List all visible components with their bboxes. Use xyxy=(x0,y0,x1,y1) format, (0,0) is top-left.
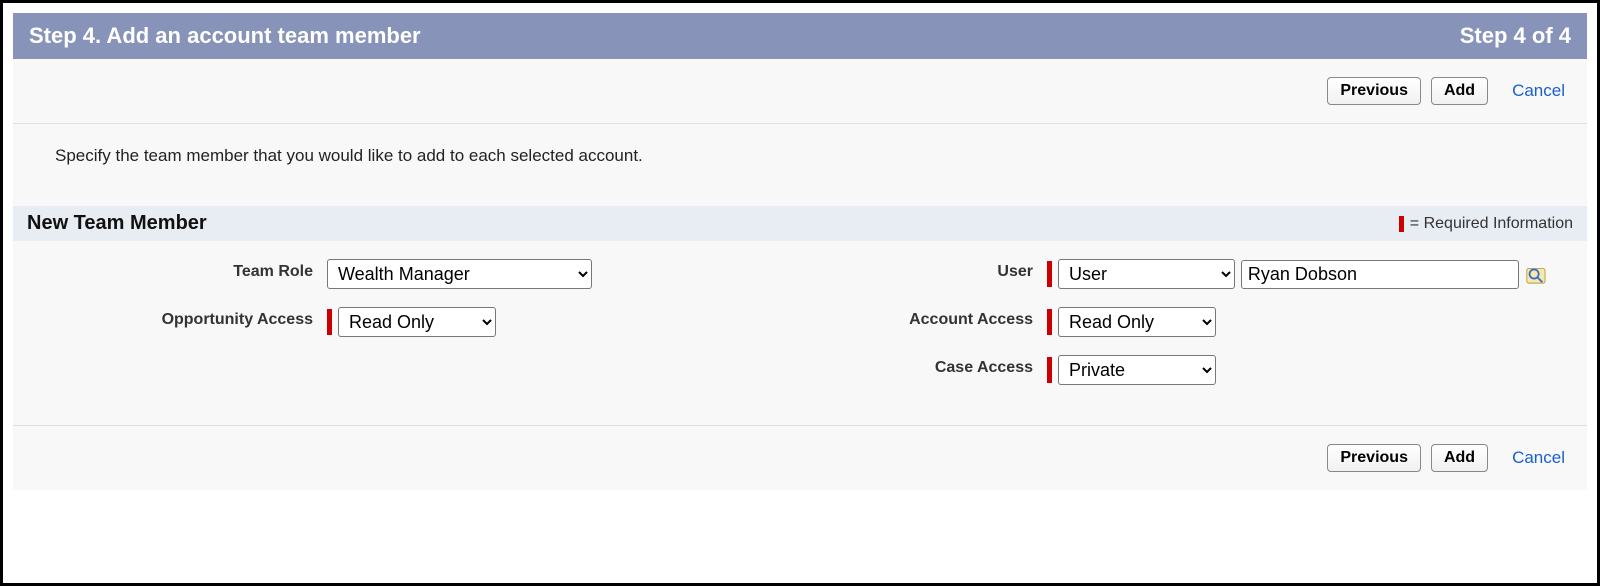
add-button[interactable]: Add xyxy=(1431,77,1488,105)
button-bar-bottom: Previous Add Cancel xyxy=(13,425,1587,490)
button-bar-top: Previous Add Cancel xyxy=(13,59,1587,124)
team-role-select[interactable]: Wealth Manager xyxy=(327,259,592,289)
account-access-control: Read Only xyxy=(1047,307,1547,337)
wizard-panel: Step 4. Add an account team member Step … xyxy=(13,13,1587,490)
case-access-control: Private xyxy=(1047,355,1547,385)
section-title: New Team Member xyxy=(27,212,207,235)
previous-button[interactable]: Previous xyxy=(1327,77,1421,105)
user-label: User xyxy=(727,259,1047,289)
required-mark-icon xyxy=(327,309,332,335)
required-mark-icon xyxy=(1047,309,1052,335)
account-access-select[interactable]: Read Only xyxy=(1058,307,1216,337)
case-access-select[interactable]: Private xyxy=(1058,355,1216,385)
team-role-label: Team Role xyxy=(27,259,327,289)
required-mark-icon xyxy=(1399,216,1404,232)
lookup-icon[interactable] xyxy=(1525,263,1547,285)
opportunity-access-select[interactable]: Read Only xyxy=(338,307,496,337)
opportunity-access-control: Read Only xyxy=(327,307,727,337)
account-access-label: Account Access xyxy=(727,307,1047,337)
case-access-label: Case Access xyxy=(727,355,1047,385)
user-control: User xyxy=(1047,259,1547,289)
user-type-select[interactable]: User xyxy=(1058,259,1235,289)
required-legend-text: = Required Information xyxy=(1410,215,1573,233)
opportunity-access-label: Opportunity Access xyxy=(27,307,327,337)
required-legend: = Required Information xyxy=(1399,215,1573,233)
cancel-link[interactable]: Cancel xyxy=(1512,81,1565,101)
add-button[interactable]: Add xyxy=(1431,444,1488,472)
cancel-link[interactable]: Cancel xyxy=(1512,448,1565,468)
wizard-header: Step 4. Add an account team member Step … xyxy=(13,13,1587,59)
required-mark-icon xyxy=(1047,261,1052,287)
form-grid: Team Role Wealth Manager User User xyxy=(13,241,1587,425)
wizard-title: Step 4. Add an account team member xyxy=(29,23,421,49)
instructions-text: Specify the team member that you would l… xyxy=(13,124,1587,206)
user-name-input[interactable] xyxy=(1241,260,1519,289)
previous-button[interactable]: Previous xyxy=(1327,444,1421,472)
required-mark-icon xyxy=(1047,357,1052,383)
step-indicator: Step 4 of 4 xyxy=(1460,23,1571,49)
section-header: New Team Member = Required Information xyxy=(13,206,1587,241)
window-frame: Step 4. Add an account team member Step … xyxy=(0,0,1600,586)
team-role-control: Wealth Manager xyxy=(327,259,727,289)
